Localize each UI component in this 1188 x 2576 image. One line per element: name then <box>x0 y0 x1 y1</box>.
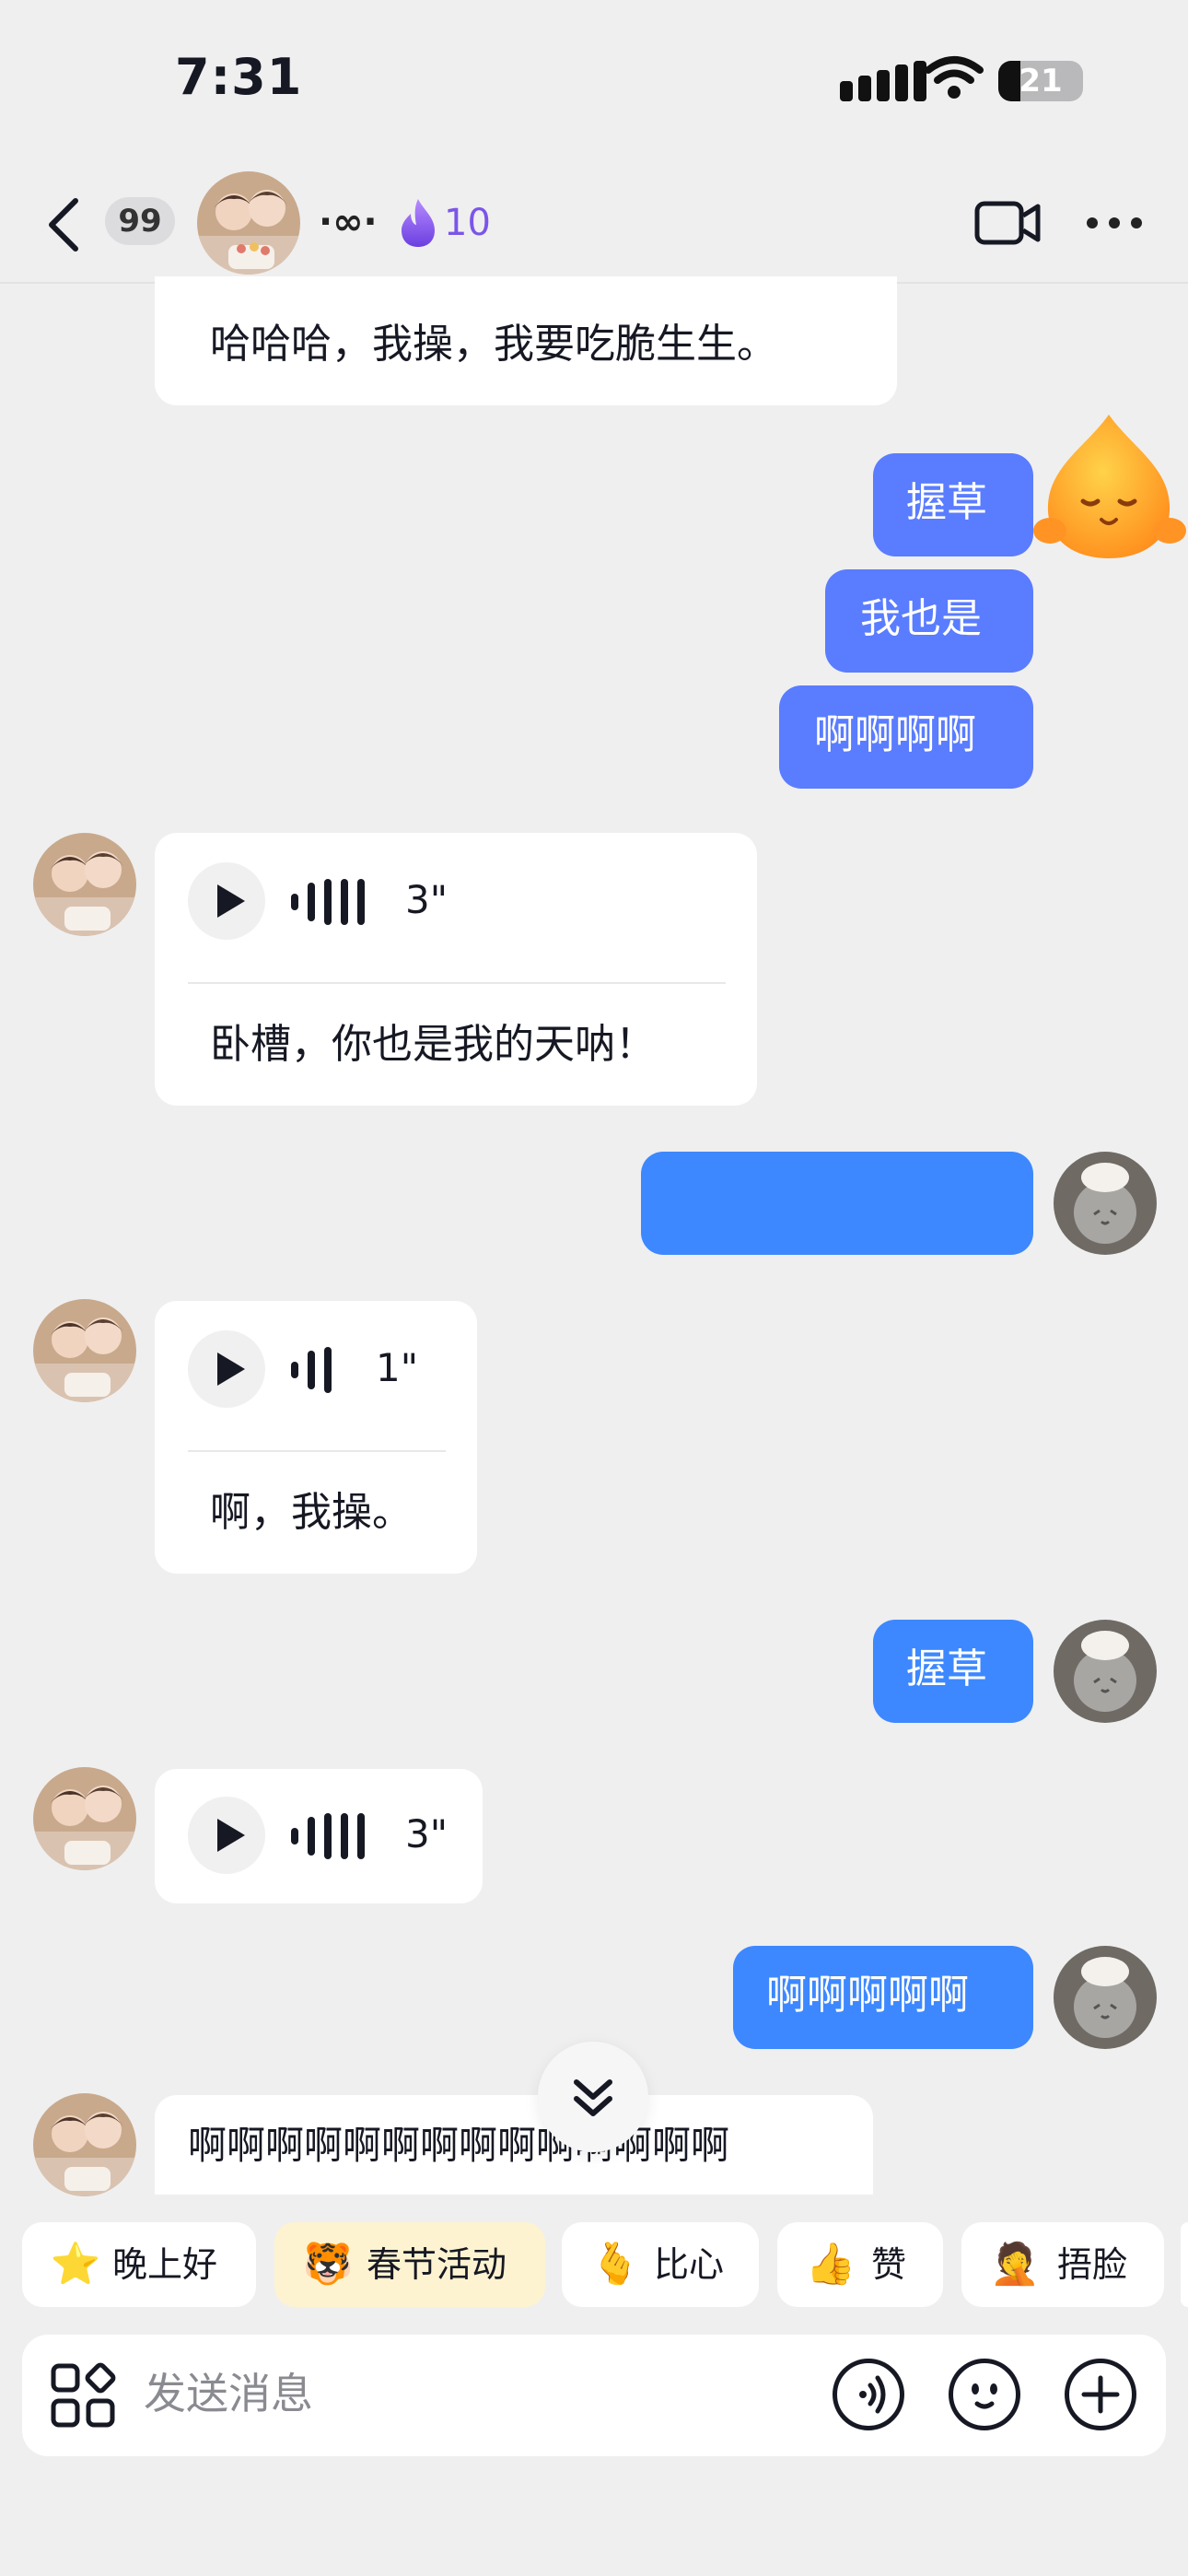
voice-input-icon[interactable] <box>833 2359 904 2430</box>
plus-icon[interactable] <box>1065 2359 1136 2430</box>
quick-reply-chip[interactable]: ⭐ 晚上好 <box>22 2222 256 2307</box>
my-avatar[interactable] <box>1054 1620 1157 1723</box>
unread-count-badge[interactable]: 99 <box>105 197 175 245</box>
chip-label: 春节活动 <box>367 2244 507 2285</box>
incoming-message-bubble[interactable]: 啊啊啊啊啊啊啊啊啊啊啊啊啊啊 <box>155 2095 873 2195</box>
double-chevron-down-icon <box>574 2079 612 2116</box>
chip-label: 赞 <box>871 2244 907 2285</box>
battery-percent: 21 <box>1019 63 1063 100</box>
status-time: 7:31 <box>175 48 303 106</box>
contact-avatar[interactable] <box>33 2093 136 2196</box>
quick-reply-chip[interactable]: 🫰 比心 <box>562 2222 759 2307</box>
quick-reply-chip[interactable]: 🤦 捂脸 <box>961 2222 1164 2307</box>
contact-avatar[interactable] <box>197 171 300 275</box>
contact-avatar[interactable] <box>33 1767 136 1870</box>
facepalm-icon: 🤦 <box>989 2241 1041 2288</box>
voice-transcript: 卧槽，你也是我的天呐！ <box>210 1021 656 1068</box>
infinity-icon: ∙∞∙ <box>319 201 378 243</box>
message-text: 啊啊啊啊啊 <box>766 1972 969 2019</box>
video-call-icon[interactable] <box>974 199 1041 247</box>
quick-reply-chip[interactable]: 👍 赞 <box>777 2222 943 2307</box>
star-icon: ⭐ <box>50 2241 101 2288</box>
message-text: 啊啊啊啊 <box>814 711 976 758</box>
message-text: 握草 <box>906 1645 987 1692</box>
voice-waveform-icon <box>291 879 368 925</box>
battery-indicator: 21 <box>998 61 1083 101</box>
contact-avatar[interactable] <box>33 1299 136 1402</box>
voice-waveform-icon <box>291 1347 335 1393</box>
chip-label: 晚上好 <box>112 2244 218 2285</box>
quick-reply-chip[interactable] <box>1181 2222 1188 2307</box>
emoji-icon[interactable] <box>949 2359 1020 2430</box>
my-avatar[interactable] <box>1054 1152 1157 1255</box>
voice-duration: 3" <box>405 877 448 922</box>
wifi-icon <box>925 56 984 99</box>
play-voice-icon[interactable] <box>188 1797 265 1874</box>
more-options-icon[interactable] <box>1087 217 1142 232</box>
my-avatar[interactable] <box>1054 1946 1157 2049</box>
chip-label: 比心 <box>654 2244 725 2285</box>
message-text: 哈哈哈，我操，我要吃脆生生。 <box>210 321 777 368</box>
message-text: 握草 <box>906 479 987 526</box>
thumbs-up-icon: 👍 <box>805 2241 856 2288</box>
transcript-divider <box>188 1450 446 1452</box>
back-icon[interactable] <box>42 195 87 254</box>
voice-duration: 1" <box>376 1345 419 1390</box>
voice-duration: 3" <box>405 1811 448 1856</box>
tiger-icon: 🐯 <box>302 2241 354 2288</box>
transcript-divider <box>188 982 726 984</box>
outgoing-message-bubble[interactable] <box>641 1152 1033 1255</box>
spark-count: 10 <box>444 202 491 244</box>
message-input[interactable]: 发送消息 <box>144 2364 788 2423</box>
finger-heart-icon: 🫰 <box>589 2241 641 2288</box>
play-voice-icon[interactable] <box>188 862 265 940</box>
play-voice-icon[interactable] <box>188 1330 265 1408</box>
contact-avatar[interactable] <box>33 833 136 936</box>
message-text: 我也是 <box>860 595 982 642</box>
orange-mascot-sticker[interactable] <box>1030 409 1188 566</box>
voice-transcript: 啊，我操。 <box>210 1489 413 1536</box>
scroll-to-bottom-button[interactable] <box>538 2042 648 2152</box>
spark-fire-icon[interactable] <box>396 197 440 249</box>
chip-label: 捂脸 <box>1057 2244 1128 2285</box>
quick-reply-chip[interactable]: 🐯 春节活动 <box>274 2222 545 2307</box>
battery-cap <box>1076 72 1083 90</box>
voice-waveform-icon <box>291 1813 368 1859</box>
apps-grid-icon[interactable] <box>50 2362 116 2429</box>
